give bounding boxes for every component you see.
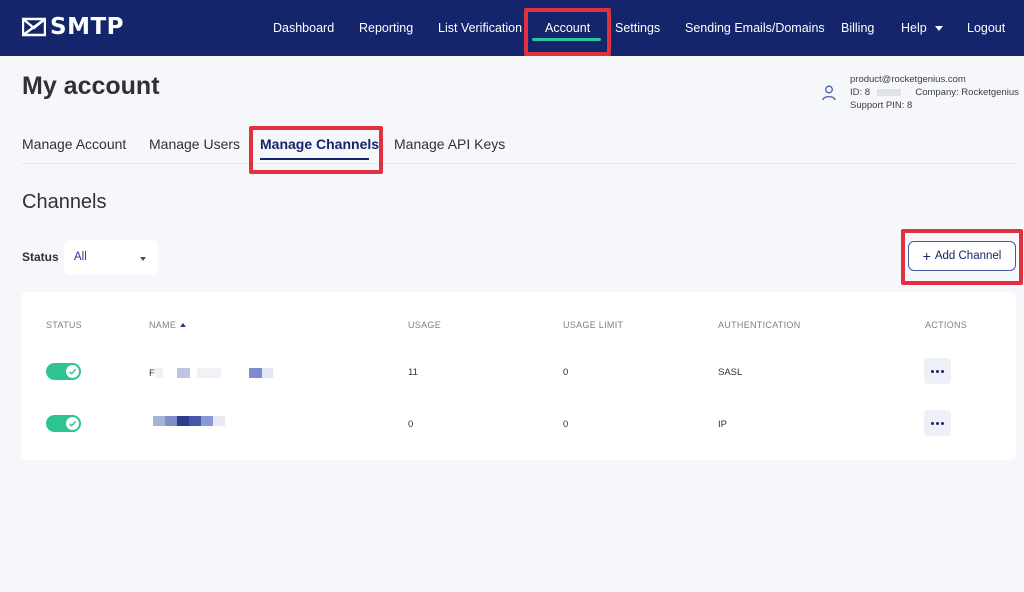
nav-help-label: Help	[901, 21, 927, 35]
nav-reporting[interactable]: Reporting	[359, 18, 413, 38]
authentication-value: SASL	[718, 367, 743, 378]
more-icon	[936, 369, 939, 373]
row-actions-button[interactable]	[924, 410, 951, 436]
more-icon	[941, 421, 944, 425]
top-navbar: SMTP Dashboard Reporting List Verificati…	[0, 0, 1024, 56]
logo[interactable]: SMTP	[22, 14, 124, 40]
highlight-box-add-channel	[901, 229, 1023, 285]
redacted-block	[249, 368, 262, 378]
tab-manage-api-keys[interactable]: Manage API Keys	[394, 136, 505, 152]
redacted-block	[201, 416, 213, 426]
channel-name[interactable]: F	[149, 368, 155, 379]
nav-dashboard[interactable]: Dashboard	[273, 18, 334, 38]
redacted-block	[177, 416, 189, 426]
column-header-actions: ACTIONS	[925, 320, 968, 330]
nav-help[interactable]: Help	[901, 18, 943, 38]
section-title: Channels	[22, 191, 107, 213]
check-icon	[66, 365, 79, 378]
tab-divider	[22, 163, 1016, 164]
status-toggle[interactable]	[46, 415, 81, 432]
column-header-name-label: NAME	[149, 320, 177, 330]
status-filter-label: Status	[22, 250, 59, 264]
more-icon	[931, 369, 934, 373]
redacted-block	[262, 368, 273, 378]
column-header-usage-limit: USAGE LIMIT	[563, 320, 624, 330]
redacted-block	[153, 416, 165, 426]
tab-manage-account[interactable]: Manage Account	[22, 136, 126, 152]
redacted-block	[155, 368, 163, 378]
row-actions-button[interactable]	[924, 358, 951, 384]
user-id-label: ID: 8	[850, 87, 871, 98]
status-toggle[interactable]	[46, 363, 81, 380]
sort-arrow-icon	[180, 323, 187, 327]
more-icon	[941, 369, 944, 373]
authentication-value: IP	[718, 419, 727, 430]
column-header-name[interactable]: NAME	[149, 320, 187, 330]
column-header-usage: USAGE	[408, 320, 442, 330]
nav-billing[interactable]: Billing	[841, 18, 874, 38]
envelope-logo-icon	[22, 17, 46, 37]
redacted-block	[213, 416, 225, 426]
channels-table: STATUS NAME USAGE USAGE LIMIT AUTHENTICA…	[21, 292, 1016, 460]
highlight-box-manage-channels	[249, 126, 383, 174]
caret-down-icon	[140, 257, 146, 261]
tab-manage-users[interactable]: Manage Users	[149, 136, 240, 152]
support-pin: Support PIN: 8	[850, 100, 913, 111]
nav-logout[interactable]: Logout	[967, 18, 1005, 38]
redacted-block	[197, 368, 221, 378]
nav-sending-emails-domains[interactable]: Sending Emails/Domains	[685, 18, 825, 38]
highlight-box-account	[524, 8, 611, 56]
nav-settings[interactable]: Settings	[615, 18, 660, 38]
nav-list-verification[interactable]: List Verification	[438, 18, 522, 38]
user-email: product@rocketgenius.com	[850, 74, 966, 85]
usage-value: 0	[408, 419, 414, 430]
page-title: My account	[22, 72, 160, 100]
redacted-block	[876, 88, 901, 96]
logo-text: SMTP	[50, 14, 124, 40]
status-filter-select[interactable]: All	[64, 240, 158, 275]
check-icon	[66, 417, 79, 430]
column-header-status: STATUS	[46, 320, 82, 330]
usage-limit-value: 0	[563, 419, 569, 430]
redacted-block	[189, 416, 201, 426]
user-icon	[822, 85, 836, 101]
usage-value: 11	[408, 367, 418, 378]
company-name: Rocketgenius	[961, 87, 1019, 98]
redacted-block	[177, 368, 190, 378]
company-label: Company:	[915, 87, 959, 98]
caret-down-icon	[934, 26, 943, 32]
usage-limit-value: 0	[563, 367, 569, 378]
user-info: product@rocketgenius.com ID: 8 Company: …	[822, 73, 1019, 112]
more-icon	[936, 421, 939, 425]
column-header-authentication: AUTHENTICATION	[718, 320, 801, 330]
status-filter-value: All	[74, 251, 87, 263]
more-icon	[931, 421, 934, 425]
redacted-block	[165, 416, 177, 426]
